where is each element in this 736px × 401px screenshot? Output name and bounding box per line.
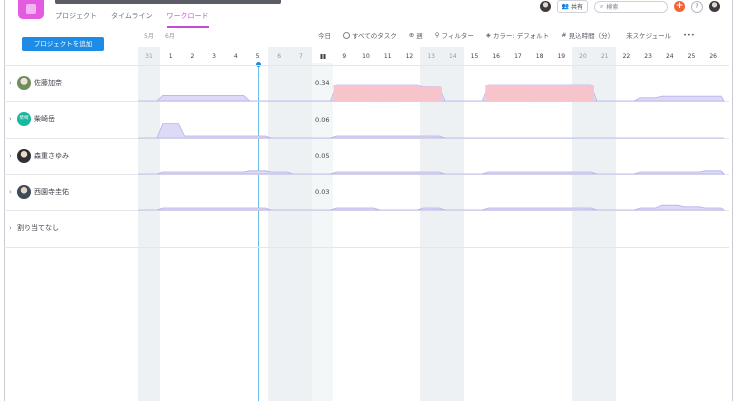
overload-segment[interactable] [528,85,551,101]
overload-segment[interactable] [550,85,573,101]
overload-segment[interactable] [398,85,421,101]
overload-segment[interactable] [376,85,399,101]
overload-segment[interactable] [507,85,529,101]
workload-area[interactable] [138,123,725,139]
workload-area[interactable] [138,170,725,175]
overload-segment[interactable] [333,85,356,101]
overload-segment[interactable] [420,86,442,101]
overload-segment[interactable] [485,85,508,101]
workload-chart [138,84,726,211]
overload-segment[interactable] [355,85,377,101]
workload-area[interactable] [138,204,726,211]
overload-segment[interactable] [572,85,594,101]
